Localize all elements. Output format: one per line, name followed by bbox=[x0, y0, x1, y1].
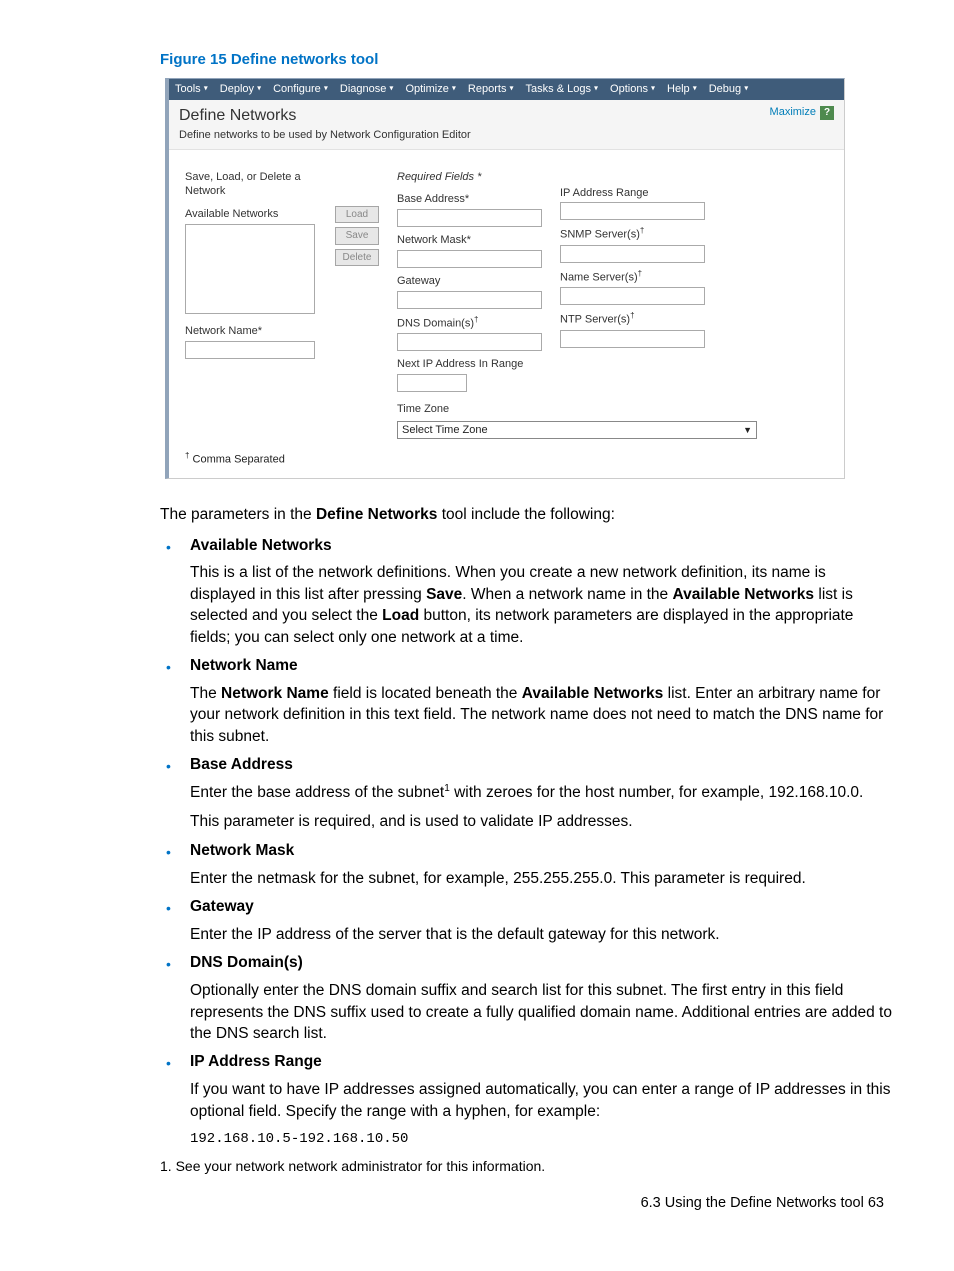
menu-reports[interactable]: Reports ▾ bbox=[468, 82, 514, 97]
label-gateway: Gateway bbox=[397, 274, 542, 289]
chevron-down-icon: ▼ bbox=[743, 424, 752, 436]
network-name-input[interactable] bbox=[185, 341, 315, 359]
label-base-address: Base Address* bbox=[397, 192, 542, 207]
param-body-base-address-2: This parameter is required, and is used … bbox=[190, 811, 894, 832]
param-title-base-address: Base Address bbox=[190, 755, 894, 776]
ntp-input[interactable] bbox=[560, 330, 705, 348]
menu-tasks-logs[interactable]: Tasks & Logs ▾ bbox=[526, 82, 599, 97]
maximize-link[interactable]: Maximize ? bbox=[770, 105, 834, 120]
next-ip-input[interactable] bbox=[397, 374, 467, 392]
menu-configure[interactable]: Configure ▾ bbox=[273, 82, 328, 97]
help-icon[interactable]: ? bbox=[820, 106, 834, 120]
form-footnote: † Comma Separated bbox=[185, 451, 832, 468]
label-required-fields: Required Fields * bbox=[397, 170, 542, 185]
label-network-name: Network Name* bbox=[185, 324, 335, 339]
label-save-load-delete: Save, Load, or Delete a Network bbox=[185, 170, 335, 200]
figure-title: Figure 15 Define networks tool bbox=[160, 50, 894, 70]
menu-diagnose[interactable]: Diagnose ▾ bbox=[340, 82, 394, 97]
load-button[interactable]: Load bbox=[335, 206, 379, 224]
label-dns-domains: DNS Domain(s)† bbox=[397, 315, 542, 332]
param-title-dns-domains: DNS Domain(s) bbox=[190, 953, 894, 974]
param-title-network-mask: Network Mask bbox=[190, 841, 894, 862]
menu-debug[interactable]: Debug ▾ bbox=[709, 82, 749, 97]
param-body-network-mask: Enter the netmask for the subnet, for ex… bbox=[190, 868, 894, 889]
dns-domains-input[interactable] bbox=[397, 333, 542, 351]
name-servers-input[interactable] bbox=[560, 287, 705, 305]
tool-subtitle: Define networks to be used by Network Co… bbox=[179, 128, 471, 143]
screenshot-panel: Tools ▾ Deploy ▾ Configure ▾ Diagnose ▾ … bbox=[165, 78, 845, 478]
parameters-list: Available Networks This is a list of the… bbox=[160, 536, 894, 1150]
param-body-gateway: Enter the IP address of the server that … bbox=[190, 924, 894, 945]
menubar: Tools ▾ Deploy ▾ Configure ▾ Diagnose ▾ … bbox=[169, 79, 844, 100]
label-next-ip: Next IP Address In Range bbox=[397, 357, 542, 372]
time-zone-select[interactable]: Select Time Zone ▼ bbox=[397, 421, 757, 439]
menu-deploy[interactable]: Deploy ▾ bbox=[220, 82, 261, 97]
param-title-gateway: Gateway bbox=[190, 897, 894, 918]
param-body-base-address-1: Enter the base address of the subnet1 wi… bbox=[190, 782, 894, 804]
param-body-available-networks: This is a list of the network definition… bbox=[190, 562, 894, 648]
param-title-available-networks: Available Networks bbox=[190, 536, 894, 557]
menu-help[interactable]: Help ▾ bbox=[667, 82, 697, 97]
doc-footnote: 1. See your network network administrato… bbox=[160, 1157, 894, 1176]
ip-range-example: 192.168.10.5-192.168.10.50 bbox=[190, 1130, 894, 1149]
page-footer: 6.3 Using the Define Networks tool 63 bbox=[60, 1194, 894, 1214]
tool-title: Define Networks bbox=[179, 105, 471, 127]
intro-text: The parameters in the Define Networks to… bbox=[160, 505, 894, 526]
delete-button[interactable]: Delete bbox=[335, 249, 379, 267]
label-available-networks: Available Networks bbox=[185, 207, 335, 222]
menu-options[interactable]: Options ▾ bbox=[610, 82, 655, 97]
menu-optimize[interactable]: Optimize ▾ bbox=[405, 82, 455, 97]
save-button[interactable]: Save bbox=[335, 227, 379, 245]
ip-range-input[interactable] bbox=[560, 202, 705, 220]
label-snmp: SNMP Server(s)† bbox=[560, 226, 705, 243]
tool-header: Define Networks Define networks to be us… bbox=[169, 100, 844, 149]
base-address-input[interactable] bbox=[397, 209, 542, 227]
available-networks-listbox[interactable] bbox=[185, 224, 315, 314]
label-ip-range: IP Address Range bbox=[560, 186, 705, 201]
label-time-zone: Time Zone bbox=[397, 402, 542, 417]
param-body-dns-domains: Optionally enter the DNS domain suffix a… bbox=[190, 980, 894, 1044]
snmp-input[interactable] bbox=[560, 245, 705, 263]
label-network-mask: Network Mask* bbox=[397, 233, 542, 248]
label-ntp: NTP Server(s)† bbox=[560, 311, 705, 328]
param-body-ip-range: If you want to have IP addresses assigne… bbox=[190, 1079, 894, 1122]
menu-tools[interactable]: Tools ▾ bbox=[175, 82, 208, 97]
param-title-ip-range: IP Address Range bbox=[190, 1052, 894, 1073]
label-name-servers: Name Server(s)† bbox=[560, 269, 705, 286]
param-title-network-name: Network Name bbox=[190, 656, 894, 677]
param-body-network-name: The Network Name field is located beneat… bbox=[190, 683, 894, 747]
gateway-input[interactable] bbox=[397, 291, 542, 309]
network-mask-input[interactable] bbox=[397, 250, 542, 268]
